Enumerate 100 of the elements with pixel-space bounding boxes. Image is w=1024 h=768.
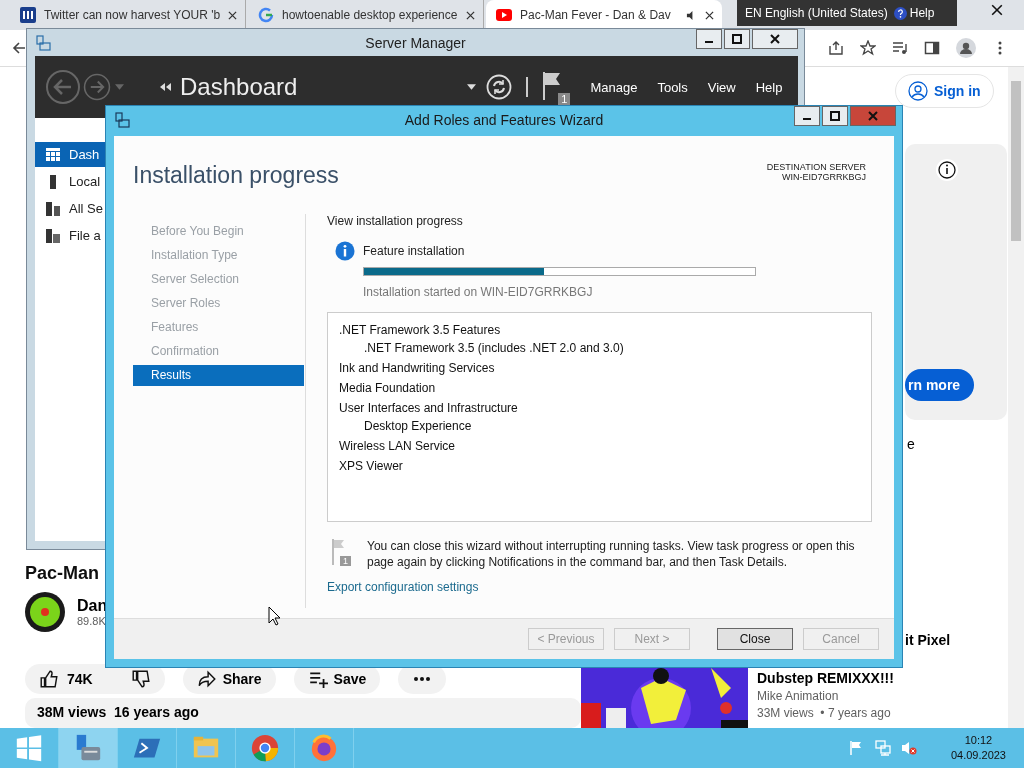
sidebar-item[interactable]: File a xyxy=(35,223,105,248)
flag-icon xyxy=(542,71,563,101)
destination-label: DESTINATION SERVER xyxy=(766,162,866,172)
close-icon xyxy=(868,111,878,121)
star-icon[interactable] xyxy=(860,40,876,56)
scrollbar[interactable] xyxy=(1008,67,1024,728)
learn-more-button[interactable]: rn more xyxy=(905,369,975,401)
section-label: View installation progress xyxy=(327,214,464,228)
browser-tab[interactable]: Pac-Man Fever - Dan & Dav xyxy=(486,0,722,30)
maximize-icon xyxy=(732,34,742,44)
back-button-icon[interactable] xyxy=(45,69,81,105)
minimize-icon xyxy=(803,118,811,120)
maximize-button[interactable] xyxy=(724,29,750,49)
notifications-flag[interactable]: 1 xyxy=(542,71,571,103)
firefox-icon xyxy=(309,733,339,763)
language-label[interactable]: EN English (United States) xyxy=(745,6,888,20)
feature-item: Media Foundation xyxy=(339,381,437,396)
profile-icon[interactable] xyxy=(956,38,976,58)
play-favicon-icon xyxy=(496,7,512,23)
channel-avatar-icon xyxy=(25,592,65,632)
menu-item[interactable]: Manage xyxy=(590,79,638,95)
wizard-icon xyxy=(114,112,130,128)
related-video-title[interactable]: it Pixel xyxy=(905,632,951,648)
tab-title: Twitter can now harvest YOUR 'b xyxy=(44,8,220,22)
destination-server: WIN-EID7GRRKBGJ xyxy=(782,172,866,182)
close-icon[interactable] xyxy=(466,10,475,20)
share-icon[interactable] xyxy=(828,40,844,56)
feature-item: User Interfaces and Infrastructure xyxy=(339,401,519,416)
refresh-icon[interactable] xyxy=(486,74,513,100)
close-icon[interactable] xyxy=(228,10,237,20)
breadcrumb-title: Dashboard xyxy=(180,73,298,101)
server-manager-icon xyxy=(35,34,51,51)
info-icon[interactable] xyxy=(935,158,959,182)
servers-icon xyxy=(45,200,61,217)
g-favicon-icon xyxy=(258,7,274,23)
close-button[interactable] xyxy=(752,29,798,49)
clock[interactable]: 10:12 04.09.2023 xyxy=(950,733,1006,763)
back-arrow-icon[interactable] xyxy=(12,41,26,55)
window-title: Add Roles and Features Wizard xyxy=(404,112,604,128)
breadcrumb-arrows-icon xyxy=(160,83,172,91)
volume-muted-icon[interactable] xyxy=(900,740,917,756)
related-video-meta: 33M views • 7 years ago xyxy=(757,706,892,720)
dashboard-icon xyxy=(45,146,61,163)
feature-item: .NET Framework 3.5 Features xyxy=(339,323,502,338)
minimize-button[interactable] xyxy=(794,106,820,126)
related-channel: Mike Animation xyxy=(757,689,840,703)
export-link[interactable]: Export configuration settings xyxy=(327,580,479,594)
thumbs-down-icon[interactable] xyxy=(130,669,151,689)
side-panel-icon[interactable] xyxy=(924,40,940,56)
more-dots-icon xyxy=(412,676,433,682)
tab-title: howtoenable desktop experience xyxy=(282,8,458,22)
media-list-icon[interactable] xyxy=(892,40,908,56)
started-text: Installation started on WIN-EID7GRRKBGJ xyxy=(363,285,594,299)
thumbs-up-icon xyxy=(39,669,59,689)
news-favicon-icon xyxy=(20,7,36,23)
start-icon xyxy=(14,733,44,763)
close-icon xyxy=(770,34,780,44)
chrome-icon xyxy=(250,733,280,763)
menu-item[interactable]: View xyxy=(707,79,736,95)
feature-item: Ink and Handwriting Services xyxy=(339,361,496,376)
info-icon xyxy=(335,241,355,261)
tab-title: Pac-Man Fever - Dan & Dav xyxy=(520,8,672,22)
account-icon xyxy=(908,81,928,101)
help-icon xyxy=(893,6,907,20)
maximize-icon xyxy=(830,111,840,121)
mouse-pointer-icon xyxy=(268,606,280,626)
minimize-button[interactable] xyxy=(696,29,722,49)
feature-item: XPS Viewer xyxy=(339,459,404,474)
close-icon[interactable] xyxy=(705,10,714,20)
sidebar-item[interactable]: All Se xyxy=(35,196,105,221)
clock-date: 04.09.2023 xyxy=(950,748,1006,763)
page-heading: Installation progress xyxy=(133,162,339,190)
wizard-step[interactable]: Results xyxy=(133,365,304,386)
feature-item: Desktop Experience xyxy=(363,419,473,434)
sidebar-item[interactable]: Dash xyxy=(35,142,105,167)
files-icon xyxy=(45,227,61,244)
close-icon[interactable] xyxy=(991,4,1003,16)
window-title: Server Manager xyxy=(365,34,466,51)
share-arrow-icon xyxy=(196,669,217,689)
caret-icon[interactable] xyxy=(467,84,477,90)
help-button[interactable]: Help xyxy=(893,6,935,20)
server-manager-taskbar-button[interactable] xyxy=(59,728,118,768)
maximize-button[interactable] xyxy=(822,106,848,126)
feature-item: .NET Framework 3.5 (includes .NET 2.0 and 3.0) xyxy=(363,341,625,356)
sidebar-item[interactable]: Local xyxy=(35,169,105,194)
ad-text: e xyxy=(907,436,915,452)
menu-item[interactable]: Tools xyxy=(657,79,688,95)
subscriber-count: 89.8K xyxy=(77,615,107,627)
like-button[interactable]: 74K xyxy=(25,664,165,694)
status-text: Feature installation xyxy=(363,244,465,258)
minimize-icon xyxy=(705,41,713,43)
notice-text: You can close this wizard without interrupting running tasks. View task progress or open this page again by clicking Notifications in the command bar, and then Task Details. xyxy=(367,538,856,570)
video-title: Pac-Man xyxy=(25,563,100,584)
forward-button-icon[interactable] xyxy=(83,73,111,101)
video-description[interactable]: 38M views 16 years ago xyxy=(25,698,581,728)
clock-time: 10:12 xyxy=(964,733,993,748)
wizard-button[interactable]: Close xyxy=(717,628,793,650)
related-video-title[interactable]: Dubstep REMIXXX!!! xyxy=(757,670,894,686)
menu-item[interactable]: Help xyxy=(755,79,783,95)
feature-item: Wireless LAN Service xyxy=(339,439,457,454)
